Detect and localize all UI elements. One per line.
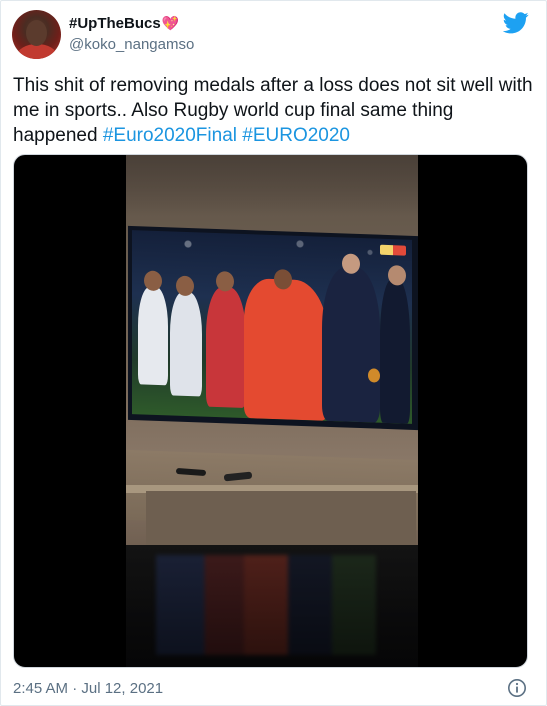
player-white-2 bbox=[170, 291, 202, 397]
official-suit bbox=[322, 266, 380, 423]
tweet-card: #UpTheBucs💖 @koko_nangamso This shit of … bbox=[0, 0, 547, 706]
television bbox=[128, 225, 418, 431]
reflection-tint bbox=[126, 545, 418, 667]
twitter-bird-icon[interactable] bbox=[503, 12, 529, 34]
head bbox=[144, 270, 162, 292]
avatar[interactable] bbox=[12, 10, 61, 59]
player-red-main bbox=[244, 277, 328, 421]
timestamp[interactable]: 2:45 AM · Jul 12, 2021 bbox=[13, 680, 163, 697]
head bbox=[274, 269, 292, 290]
head bbox=[176, 275, 194, 297]
hashtag-euro2020[interactable]: #EURO2020 bbox=[242, 125, 350, 146]
tv-screen bbox=[132, 230, 412, 424]
player-white-1 bbox=[138, 286, 168, 386]
display-name-text: #UpTheBucs bbox=[69, 15, 161, 32]
video-media[interactable] bbox=[13, 154, 528, 668]
head bbox=[216, 271, 234, 292]
stadium-lights bbox=[132, 230, 412, 280]
heart-emoji-icon: 💖 bbox=[161, 15, 180, 31]
username[interactable]: @koko_nangamso bbox=[69, 36, 194, 53]
tweet-text: This shit of removing medals after a los… bbox=[13, 73, 533, 148]
medal bbox=[368, 368, 380, 383]
avatar-shoulders bbox=[17, 44, 57, 59]
hashtag-euro2020final[interactable]: #Euro2020Final bbox=[103, 125, 237, 146]
avatar-face bbox=[26, 20, 47, 46]
head bbox=[388, 265, 406, 286]
display-name[interactable]: #UpTheBucs💖 bbox=[69, 15, 179, 32]
video-frame bbox=[126, 155, 418, 667]
head bbox=[342, 253, 360, 275]
official-suit-2 bbox=[380, 278, 410, 424]
info-icon[interactable] bbox=[507, 678, 527, 698]
wall-shade bbox=[126, 155, 418, 215]
stand-front bbox=[146, 491, 416, 551]
player-red-1 bbox=[206, 286, 246, 409]
broadcast-logo bbox=[380, 244, 406, 256]
